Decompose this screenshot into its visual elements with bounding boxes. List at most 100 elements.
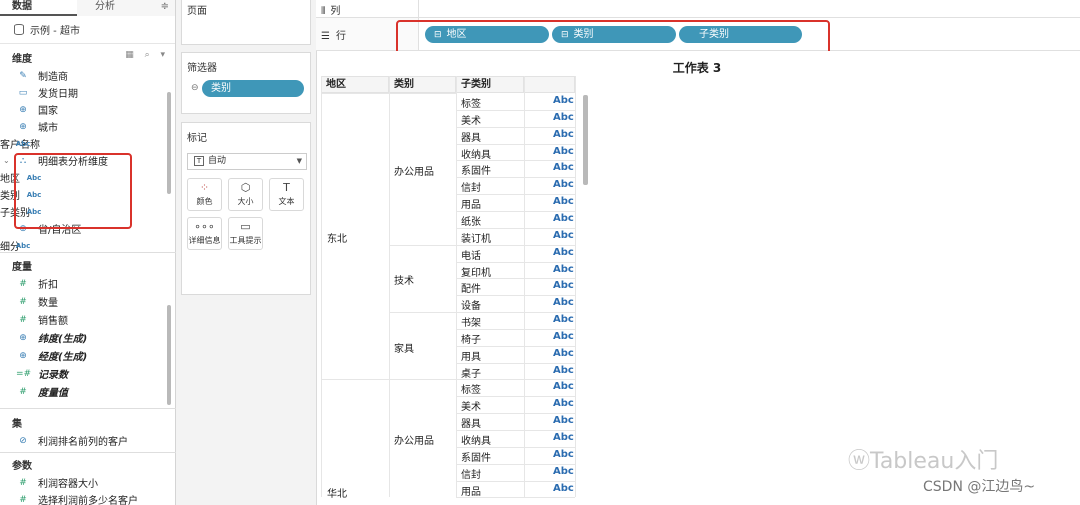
field-item[interactable]: # 销售额 bbox=[0, 311, 168, 328]
filters-card[interactable]: 筛选器 ⊖ 类别 bbox=[181, 52, 311, 114]
row-line bbox=[456, 160, 575, 162]
marks-card: 标记 T 自动 ▼ ⁘ 颜色 ⬡ 大小 T 文本 ∘∘∘ 详细信息 ▭ 工具提示 bbox=[181, 122, 311, 295]
row-line bbox=[456, 126, 575, 128]
abc-mark[interactable]: Abc bbox=[553, 348, 574, 359]
columns-icon: ⦀ bbox=[321, 6, 326, 17]
columns-label: 列 bbox=[330, 6, 341, 17]
view-scrollbar[interactable] bbox=[583, 95, 588, 185]
abc-mark[interactable]: Abc bbox=[553, 483, 574, 494]
subcategory-label: 用具 bbox=[461, 351, 481, 363]
field-label: 制造商 bbox=[38, 72, 68, 83]
abc-mark[interactable]: Abc bbox=[553, 247, 574, 258]
mark-button[interactable]: ⁘ 颜色 bbox=[187, 178, 222, 211]
field-label: 选择利润前多少名客户 bbox=[38, 496, 138, 505]
dimension-tools-icon[interactable]: ▦ ⌕ ▾ bbox=[125, 50, 169, 60]
filter-pill-category[interactable]: 类别 bbox=[202, 80, 304, 97]
tab-data[interactable]: 数据 bbox=[0, 0, 77, 16]
field-label: 利润容器大小 bbox=[38, 479, 98, 490]
tab-analysis[interactable]: 分析 ≑ bbox=[77, 0, 175, 16]
field-item[interactable]: ⊕ 纬度(生成) bbox=[0, 329, 168, 346]
row-line bbox=[456, 497, 575, 499]
abc-mark[interactable]: Abc bbox=[553, 398, 574, 409]
field-item[interactable]: # 折扣 bbox=[0, 275, 168, 292]
mark-glyph-icon: ⁘ bbox=[199, 181, 210, 194]
abc-mark[interactable]: Abc bbox=[553, 365, 574, 376]
mark-glyph-icon: ∘∘∘ bbox=[194, 220, 215, 233]
abc-mark[interactable]: Abc bbox=[553, 331, 574, 342]
field-type-icon: ▭ bbox=[18, 87, 28, 98]
tab-menu-icon[interactable]: ≑ bbox=[161, 0, 169, 16]
abc-mark[interactable]: Abc bbox=[553, 213, 574, 224]
mark-button[interactable]: T 文本 bbox=[269, 178, 304, 211]
field-item[interactable]: # 数量 bbox=[0, 293, 168, 310]
abc-mark[interactable]: Abc bbox=[553, 314, 574, 325]
field-item[interactable]: =# 记录数 bbox=[0, 365, 168, 382]
subcategory-label: 装订机 bbox=[461, 233, 491, 245]
row-line bbox=[456, 295, 575, 297]
abc-mark[interactable]: Abc bbox=[553, 415, 574, 426]
worksheet-title: 工作表 3 bbox=[672, 61, 722, 75]
pages-card[interactable]: 页面 bbox=[181, 0, 311, 45]
abc-mark[interactable]: Abc bbox=[553, 449, 574, 460]
mark-button-label: 颜色 bbox=[196, 197, 213, 206]
subcategory-label: 标签 bbox=[461, 385, 481, 397]
category-label: 办公用品 bbox=[394, 166, 434, 178]
mark-button[interactable]: ∘∘∘ 详细信息 bbox=[187, 217, 222, 250]
params-title: 参数 bbox=[12, 461, 32, 472]
dimension-scrollbar[interactable] bbox=[167, 92, 171, 194]
abc-mark[interactable]: Abc bbox=[553, 230, 574, 241]
abc-mark[interactable]: Abc bbox=[553, 162, 574, 173]
row-line bbox=[456, 480, 575, 482]
chevron-down-icon: ▼ bbox=[296, 157, 302, 165]
columns-shelf[interactable]: ⦀ 列 bbox=[316, 0, 1080, 18]
mark-button[interactable]: ▭ 工具提示 bbox=[228, 217, 263, 250]
field-item[interactable]: Abc 客户名称 bbox=[0, 135, 168, 152]
columns-drop-area[interactable] bbox=[418, 0, 1080, 17]
mark-type-dropdown[interactable]: T 自动 ▼ bbox=[187, 153, 307, 170]
field-type-icon: ✎ bbox=[19, 70, 27, 81]
subcategory-label: 用品 bbox=[461, 200, 481, 212]
row-line bbox=[456, 194, 575, 196]
mark-button[interactable]: ⬡ 大小 bbox=[228, 178, 263, 211]
column-line bbox=[456, 76, 457, 497]
field-type-icon: =# bbox=[16, 368, 32, 379]
data-source[interactable]: 示例 - 超市 bbox=[0, 16, 175, 44]
abc-mark[interactable]: Abc bbox=[553, 112, 574, 123]
field-type-icon: ⊕ bbox=[19, 121, 27, 132]
field-item[interactable]: # 选择利润前多少名客户 bbox=[0, 491, 168, 505]
mark-glyph-icon: ⬡ bbox=[240, 181, 251, 194]
rows-label: 行 bbox=[335, 31, 346, 42]
field-item[interactable]: ⊕ 城市 bbox=[0, 118, 168, 135]
abc-mark[interactable]: Abc bbox=[553, 196, 574, 207]
shelves-pane: 页面 筛选器 ⊖ 类别 标记 T 自动 ▼ ⁘ 颜色 ⬡ 大小 T 文本 ∘∘∘ 详细信息 ▭ 工具… bbox=[176, 0, 316, 505]
field-label: 经度(生成) bbox=[38, 352, 88, 363]
worksheet[interactable]: 工作表 3 地区 类别 子类别 标签 Abc 美术 Abc 器具 Abc 收纳具 Abc 系固件 Abc… bbox=[316, 51, 1080, 505]
field-item[interactable]: # 度量值 bbox=[0, 383, 168, 400]
abc-mark[interactable]: Abc bbox=[553, 432, 574, 443]
category-label: 办公用品 bbox=[394, 436, 434, 448]
field-item[interactable]: ✎ 制造商 bbox=[0, 67, 168, 84]
abc-mark[interactable]: Abc bbox=[553, 146, 574, 157]
filter-db-icon: ⊖ bbox=[191, 83, 199, 93]
field-item[interactable]: ⊕ 经度(生成) bbox=[0, 347, 168, 364]
field-item[interactable]: ⊕ 国家 bbox=[0, 101, 168, 118]
abc-mark[interactable]: Abc bbox=[553, 95, 574, 106]
field-item[interactable]: ⊘ 利润排名前列的客户 bbox=[0, 432, 168, 449]
abc-mark[interactable]: Abc bbox=[553, 264, 574, 275]
abc-mark[interactable]: Abc bbox=[553, 129, 574, 140]
caret-icon[interactable]: ⌄ bbox=[3, 156, 10, 165]
measure-scrollbar[interactable] bbox=[167, 305, 171, 405]
abc-mark[interactable]: Abc bbox=[553, 381, 574, 392]
abc-mark[interactable]: Abc bbox=[553, 297, 574, 308]
field-item[interactable]: # 利润容器大小 bbox=[0, 474, 168, 491]
field-type-icon: # bbox=[19, 314, 27, 325]
subcategory-label: 桌子 bbox=[461, 368, 481, 380]
pages-title: 页面 bbox=[187, 6, 207, 17]
field-type-icon: Abc bbox=[15, 139, 31, 148]
abc-mark[interactable]: Abc bbox=[553, 280, 574, 291]
abc-mark[interactable]: Abc bbox=[553, 466, 574, 477]
region-label: 东北 bbox=[327, 234, 347, 246]
field-item[interactable]: ▭ 发货日期 bbox=[0, 84, 168, 101]
marks-title: 标记 bbox=[187, 133, 207, 144]
abc-mark[interactable]: Abc bbox=[553, 179, 574, 190]
